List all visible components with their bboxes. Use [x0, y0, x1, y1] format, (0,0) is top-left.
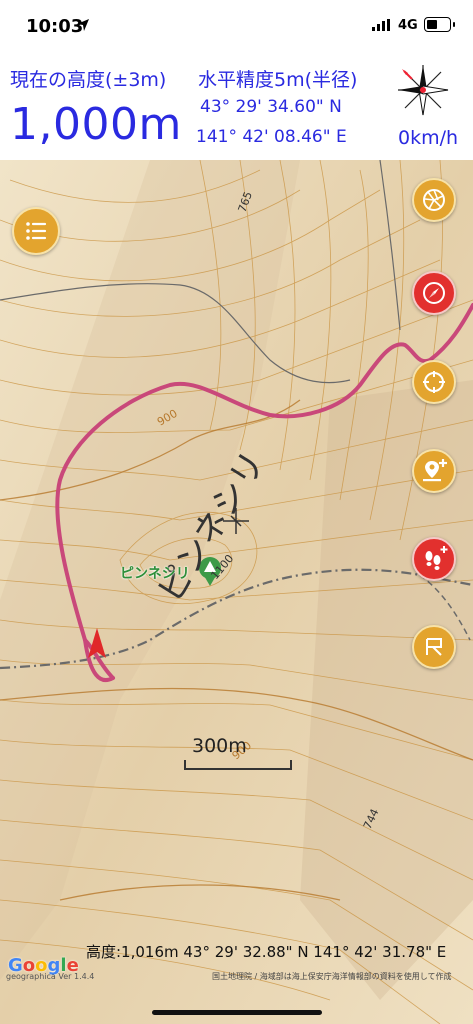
cursor-coordinates: 高度:1,016m 43° 29' 32.88" N 141° 42' 31.7…	[86, 943, 447, 961]
location-arrow-icon	[77, 19, 89, 31]
compass-button[interactable]	[412, 271, 456, 315]
battery-icon	[424, 17, 455, 32]
menu-button[interactable]	[12, 207, 60, 255]
compass-icon	[423, 282, 445, 304]
accuracy-label: 水平精度5m(半径)	[198, 69, 358, 91]
peak-name-label[interactable]: ピンネシリ	[120, 563, 190, 583]
list-menu-icon	[26, 222, 47, 240]
latitude-value: 43° 29' 34.60" N	[200, 97, 342, 117]
signal-icon	[372, 19, 390, 31]
altitude-label: 現在の高度(±3m)	[10, 69, 167, 91]
add-footprint-button[interactable]	[412, 537, 456, 581]
status-bar: 10:03 4G	[0, 0, 473, 55]
scale-label: 300m	[192, 735, 247, 757]
compass-rose-icon[interactable]	[394, 61, 452, 119]
add-point-button[interactable]	[412, 449, 456, 493]
map-attribution: 国土地理院 / 海域部は海上保安庁海洋情報部の資料を使用して作成	[212, 972, 452, 981]
speed-value: 0km/h	[398, 127, 459, 149]
info-header: 現在の高度(±3m) 1,000m 水平精度5m(半径) 43° 29' 34.…	[0, 55, 473, 160]
longitude-value: 141° 42' 08.46" E	[196, 127, 347, 147]
flag-button[interactable]	[412, 625, 456, 669]
crosshair-icon	[423, 371, 445, 393]
topographic-map[interactable]: ピンネシリ 765 900 1100 900 744	[0, 160, 473, 1024]
map-layer-button[interactable]	[412, 178, 456, 222]
status-time: 10:03	[26, 16, 84, 37]
home-indicator[interactable]	[152, 1010, 322, 1015]
network-type: 4G	[398, 18, 418, 33]
add-point-icon	[423, 459, 447, 482]
map-canvas[interactable]: ピンネシリ 765 900 1100 900 744	[0, 160, 473, 1024]
flag-icon	[426, 638, 442, 656]
center-location-button[interactable]	[412, 360, 456, 404]
add-footprint-icon	[425, 546, 448, 570]
app-version: geographica Ver 1.4.4	[6, 972, 95, 981]
aperture-icon	[423, 189, 445, 211]
altitude-value: 1,000m	[10, 99, 182, 150]
scale-bar	[184, 760, 292, 770]
